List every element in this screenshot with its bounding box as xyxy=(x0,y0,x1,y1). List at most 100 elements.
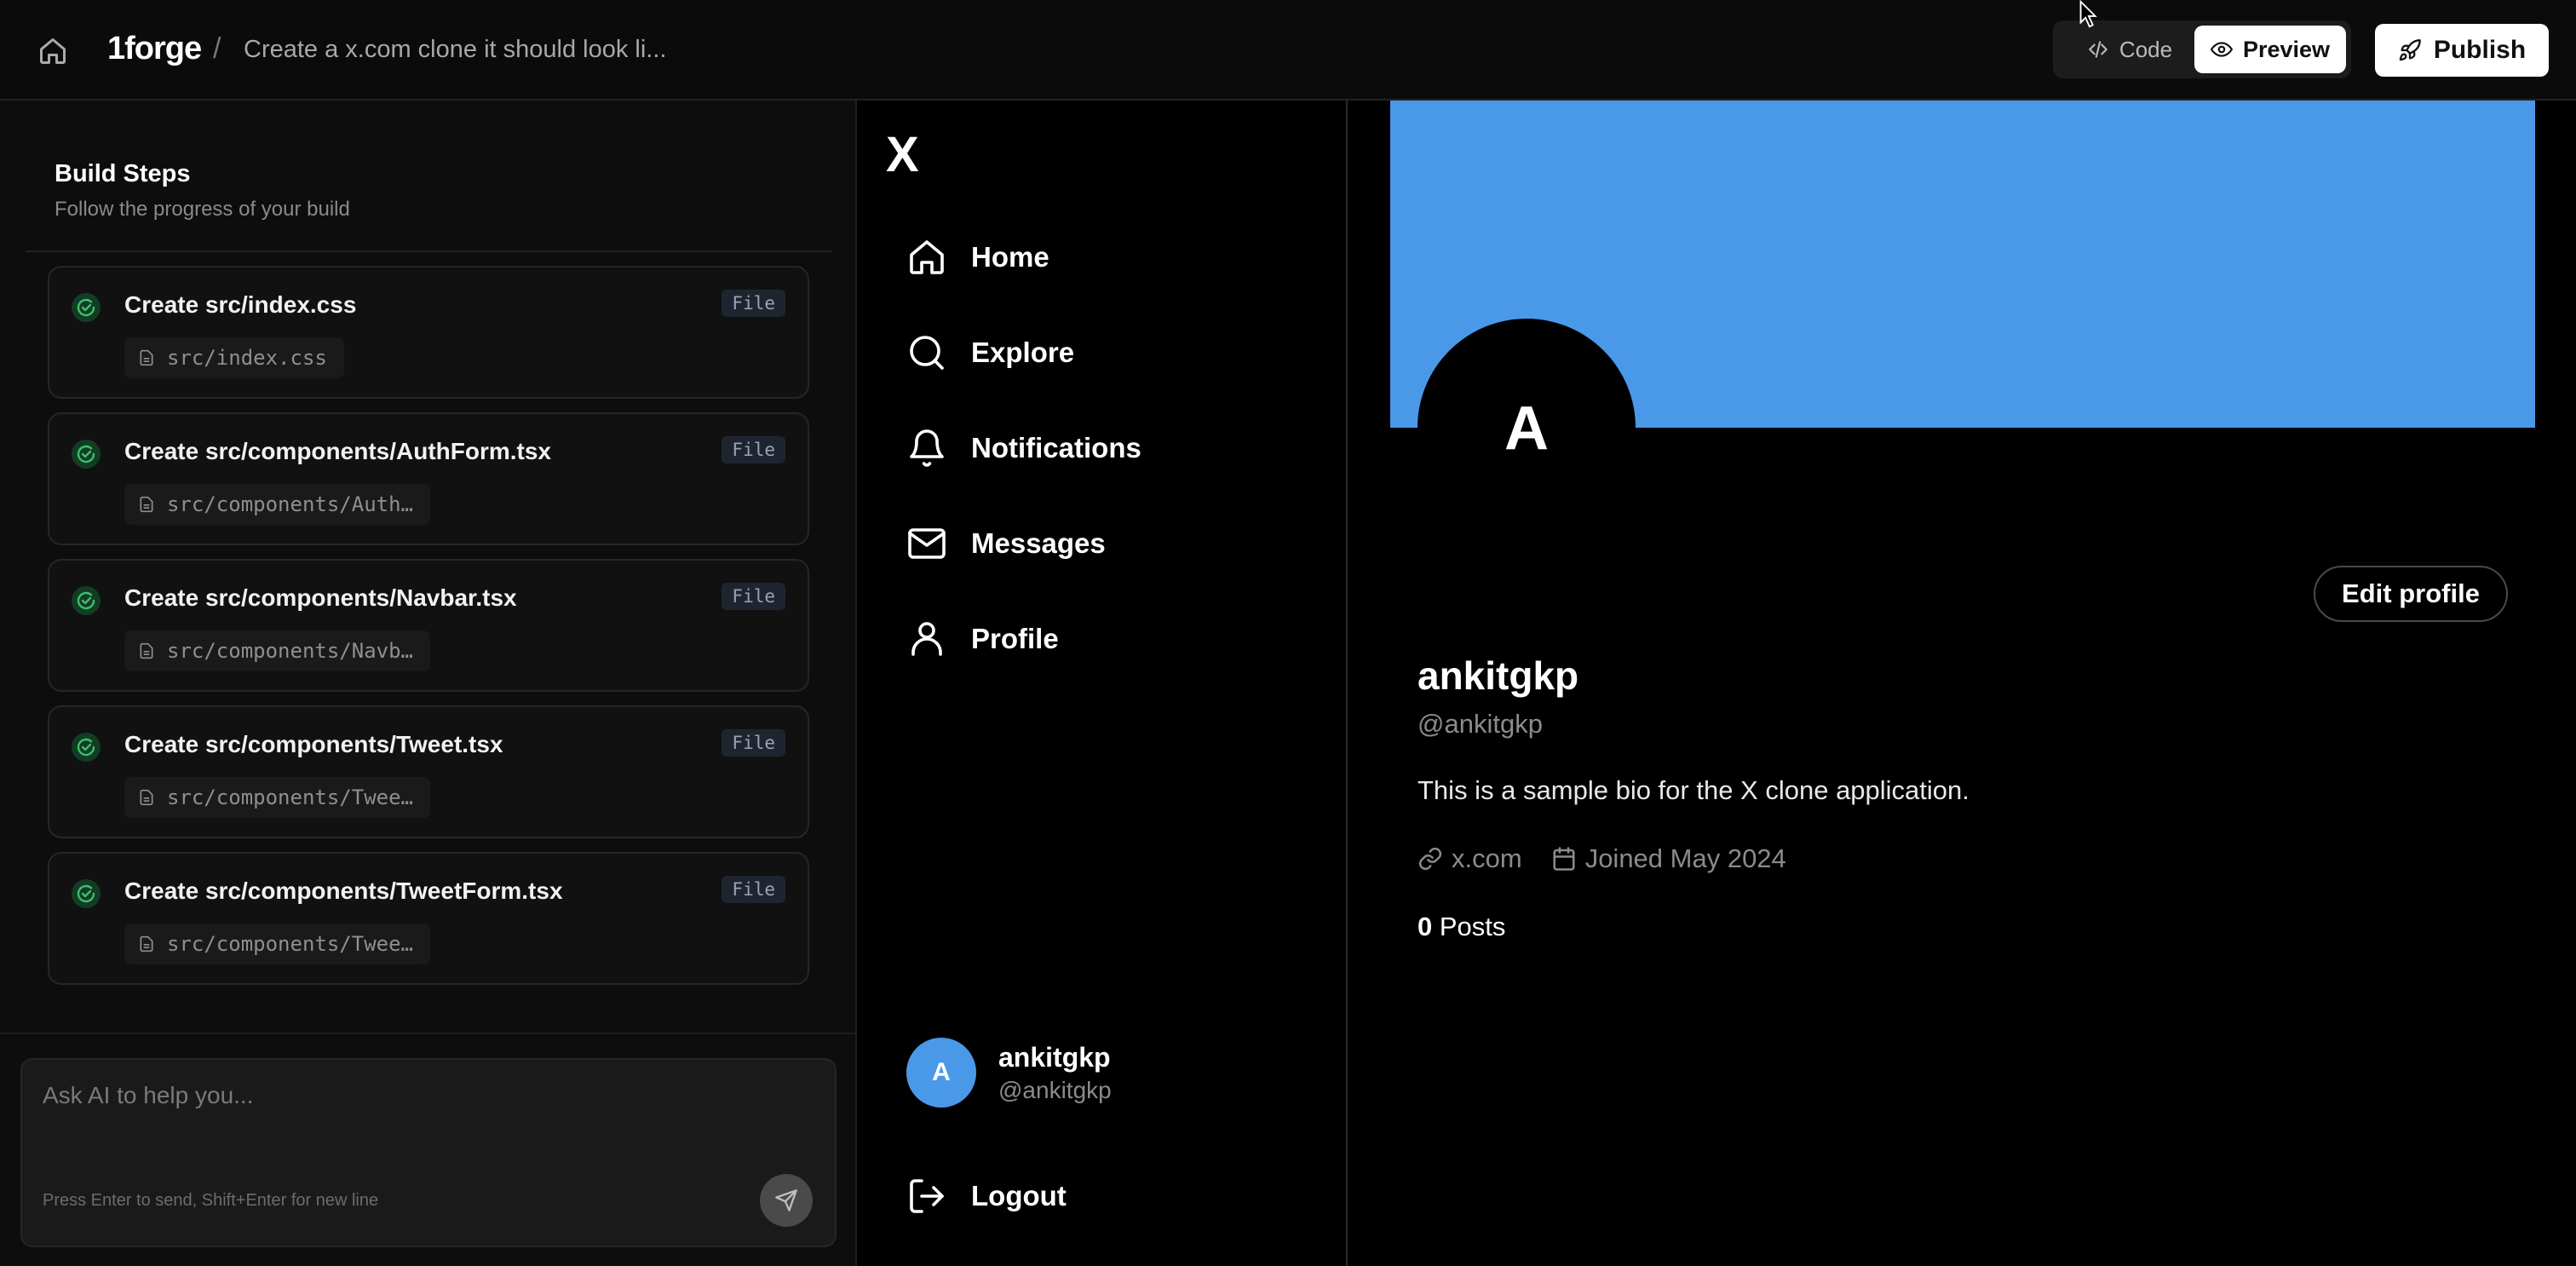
build-step[interactable]: Create src/components/TweetForm.tsx File… xyxy=(48,852,809,985)
nav-item-notifications[interactable]: Notifications xyxy=(906,421,1141,475)
build-step-title: Create src/components/Tweet.tsx xyxy=(124,731,503,757)
profile-name: ankitgkp xyxy=(1417,653,1579,698)
eye-icon xyxy=(2210,42,2233,57)
code-tab[interactable]: Code xyxy=(2061,26,2198,73)
divider xyxy=(26,250,831,252)
file-chip[interactable]: src/components/Auth… xyxy=(124,484,430,525)
mail-icon xyxy=(908,528,946,559)
check-circle-icon xyxy=(72,733,101,762)
nav-item-messages[interactable]: Messages xyxy=(906,516,1106,571)
file-icon xyxy=(140,496,153,513)
publish-label: Publish xyxy=(2433,36,2527,64)
build-step[interactable]: Create src/components/Tweet.tsx File src… xyxy=(48,705,809,838)
send-icon xyxy=(775,1189,797,1211)
home-icon xyxy=(910,240,944,274)
file-chip[interactable]: src/components/Twee… xyxy=(124,924,430,964)
check-circle-icon xyxy=(72,293,101,322)
logout-icon xyxy=(910,1179,944,1213)
x-logo[interactable]: X xyxy=(886,126,919,183)
preview-tab-label: Preview xyxy=(2242,36,2331,62)
file-path: src/components/Navb… xyxy=(167,639,413,663)
preview-tab[interactable]: Preview xyxy=(2194,26,2346,73)
chat-input-area: Ask AI to help you... Press Enter to sen… xyxy=(0,1033,855,1266)
chat-input-hint: Press Enter to send, Shift+Enter for new… xyxy=(43,1191,379,1210)
edit-profile-button[interactable]: Edit profile xyxy=(2314,566,2508,622)
posts-label: Posts xyxy=(1439,912,1506,941)
check-circle-icon xyxy=(72,440,101,469)
rocket-icon xyxy=(2399,39,2421,61)
logout-button[interactable]: Logout xyxy=(906,1176,1067,1217)
posts-count[interactable]: 0 Posts xyxy=(1417,912,1505,942)
build-panel: Build Steps Follow the progress of your … xyxy=(0,101,857,1266)
file-chip[interactable]: src/components/Twee… xyxy=(124,777,430,818)
file-chip[interactable]: src/components/Navb… xyxy=(124,630,430,671)
nav-label: Notifications xyxy=(971,432,1141,463)
nav-item-explore[interactable]: Explore xyxy=(906,325,1074,380)
file-path: src/components/Twee… xyxy=(167,785,413,809)
nav-label: Explore xyxy=(971,337,1075,368)
file-chip[interactable]: src/index.css xyxy=(124,337,344,378)
avatar: A xyxy=(906,1038,976,1108)
send-button[interactable] xyxy=(760,1174,813,1227)
link-icon xyxy=(1418,847,1442,871)
file-icon xyxy=(140,642,153,659)
build-step-title: Create src/components/TweetForm.tsx xyxy=(124,878,563,904)
build-step[interactable]: Create src/components/Navbar.tsx File sr… xyxy=(48,559,809,692)
build-step-title: Create src/components/Navbar.tsx xyxy=(124,584,517,611)
website-text: x.com xyxy=(1452,843,1522,873)
profile-page: A Edit profile ankitgkp @ankitgkp This i… xyxy=(1349,101,2576,1266)
file-icon xyxy=(140,935,153,952)
file-badge: File xyxy=(722,583,785,610)
view-toggle: Code Preview xyxy=(2053,20,2351,78)
account-name: ankitgkp xyxy=(998,1041,1111,1073)
account-handle: @ankitgkp xyxy=(998,1076,1112,1103)
build-step-title: Create src/index.css xyxy=(124,291,357,318)
code-icon xyxy=(2089,41,2107,58)
build-steps-title: Build Steps xyxy=(55,160,191,187)
user-icon xyxy=(911,622,942,656)
file-path: src/components/Auth… xyxy=(167,492,413,516)
profile-joined: Joined May 2024 xyxy=(1551,843,1786,874)
build-steps-subtitle: Follow the progress of your build xyxy=(55,198,350,221)
check-circle-icon xyxy=(72,879,101,908)
file-icon xyxy=(140,349,153,366)
build-step-title: Create src/components/AuthForm.tsx xyxy=(124,438,551,464)
build-step[interactable]: Create src/components/AuthForm.tsx File … xyxy=(48,412,809,545)
check-circle-icon xyxy=(72,586,101,615)
breadcrumb-separator: / xyxy=(213,32,221,65)
posts-number: 0 xyxy=(1417,912,1433,941)
brand-logo[interactable]: 1forge xyxy=(107,31,202,67)
account-switcher[interactable]: A ankitgkp @ankitgkp xyxy=(906,1038,1112,1108)
publish-button[interactable]: Publish xyxy=(2375,24,2549,77)
file-badge: File xyxy=(722,436,785,463)
file-badge: File xyxy=(722,290,785,317)
nav-label: Home xyxy=(971,241,1049,273)
build-steps-list[interactable]: Create src/index.css File src/index.css … xyxy=(48,266,811,998)
mouse-cursor-icon xyxy=(2079,0,2097,28)
breadcrumb-project-title[interactable]: Create a x.com clone it should look li..… xyxy=(244,36,666,64)
home-icon[interactable] xyxy=(37,36,68,66)
nav-item-profile[interactable]: Profile xyxy=(906,612,1059,666)
chat-input[interactable]: Ask AI to help you... Press Enter to sen… xyxy=(20,1058,837,1247)
profile-avatar-initial: A xyxy=(1504,394,1549,463)
joined-text: Joined May 2024 xyxy=(1584,843,1786,873)
profile-bio: This is a sample bio for the X clone app… xyxy=(1417,775,1969,805)
profile-meta: x.com Joined May 2024 xyxy=(1417,843,1803,874)
build-step[interactable]: Create src/index.css File src/index.css xyxy=(48,266,809,399)
x-sidebar: X Home Explore Notifications Messages Pr… xyxy=(859,101,1348,1266)
nav-item-home[interactable]: Home xyxy=(906,230,1049,285)
file-badge: File xyxy=(722,729,785,757)
logout-label: Logout xyxy=(971,1180,1067,1211)
nav-label: Messages xyxy=(971,527,1106,559)
profile-website[interactable]: x.com xyxy=(1417,843,1522,874)
bell-icon xyxy=(910,429,944,467)
calendar-icon xyxy=(1553,847,1575,871)
chat-input-placeholder: Ask AI to help you... xyxy=(43,1082,254,1108)
file-icon xyxy=(140,789,153,806)
file-badge: File xyxy=(722,876,785,903)
file-path: src/index.css xyxy=(167,346,327,370)
nav-label: Profile xyxy=(971,623,1059,654)
profile-handle: @ankitgkp xyxy=(1417,709,1543,739)
search-icon xyxy=(910,336,944,370)
file-path: src/components/Twee… xyxy=(167,932,413,956)
